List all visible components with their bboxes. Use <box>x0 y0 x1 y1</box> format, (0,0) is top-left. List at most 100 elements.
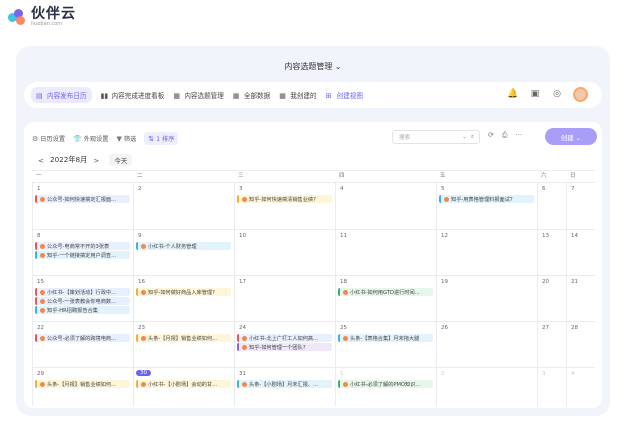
avatar[interactable] <box>573 86 588 102</box>
day-cell[interactable]: 5 知乎-用表格管理料报面试? <box>436 182 537 229</box>
day-cell[interactable]: 2 <box>133 182 234 229</box>
day-cell[interactable]: 8 公众号-电商常不开的3张表 知乎-一个链接搞定用户调查... <box>32 229 133 275</box>
day-number: 29 <box>37 371 44 377</box>
tab-5[interactable]: ⊞ 创建视图 <box>325 90 363 101</box>
calendar-event[interactable]: 知乎-一个链接搞定用户调查... <box>35 251 130 259</box>
table-icon: ▦ <box>279 91 286 100</box>
day-cell[interactable]: 15 小红书-【策划活动】行政中... 公众号-一张表教会你电商数... 知乎-HR招… <box>32 275 133 321</box>
page-title[interactable]: 内容选题管理 ⌄ <box>16 61 610 72</box>
tab-2[interactable]: ▦ 内容选题管理 <box>173 90 224 101</box>
day-cell[interactable]: 24 小红书-北上广打工人如何高... 知乎-如何管理一个团队? <box>234 321 335 367</box>
more-icon[interactable]: ··· <box>515 131 522 140</box>
day-cell[interactable]: 2 <box>436 367 537 406</box>
day-cell[interactable]: 31 头条-【小剧场】月末汇报、... <box>234 367 335 406</box>
day-cell[interactable]: 30 小红书-【小剧场】会动的甘... <box>133 367 234 406</box>
calendar-event[interactable]: 小红书-【策划活动】行政中... <box>35 288 130 296</box>
tab-label: 我创建的 <box>290 92 317 100</box>
day-number: 2 <box>441 371 445 377</box>
day-cell[interactable]: 12 <box>436 229 537 275</box>
user-avatar-icon <box>40 298 45 304</box>
prev-month-button[interactable]: < <box>38 156 44 165</box>
tab-label: 创建视图 <box>336 92 363 100</box>
refresh-icon[interactable]: ⟳ <box>488 131 494 140</box>
calendar-event[interactable]: 知乎-如何快速搞清销售业绩? <box>237 195 332 203</box>
calendar-event[interactable]: 知乎-HR招聘报告合集 <box>35 306 130 314</box>
compass-icon[interactable]: ◎ <box>549 86 565 102</box>
box-icon[interactable]: ▣ <box>527 86 543 102</box>
calendar-event[interactable]: 头条-【表格合集】月末拖大腿 <box>338 334 433 342</box>
day-cell[interactable]: 10 <box>234 229 335 275</box>
tab-label: 内容完成进度看板 <box>111 92 165 100</box>
create-button[interactable]: 创建 ⌄ <box>545 128 597 145</box>
calendar-event[interactable]: 小红书-个人财务管理 <box>136 242 231 250</box>
day-cell[interactable]: 20 <box>537 275 566 321</box>
brand-logo[interactable]: 伙伴云 huoban.com <box>8 7 76 27</box>
calendar-event[interactable]: 头条-【小剧场】月末汇报、... <box>237 380 332 388</box>
calendar-event[interactable]: 公众号-如何快速搞定汇报面... <box>35 195 130 203</box>
day-number: 8 <box>37 233 41 239</box>
appearance-settings-button[interactable]: 👕 外观设置 <box>73 134 108 144</box>
day-cell[interactable]: 21 <box>566 275 595 321</box>
user-avatar-icon <box>242 335 247 341</box>
day-cell[interactable]: 11 <box>335 229 436 275</box>
day-cell[interactable]: 4 <box>566 367 595 406</box>
calendar-event[interactable]: 头条-【月报】销售业绩如何... <box>136 334 231 342</box>
search-input[interactable]: 搜索 ⌄ ⌕ <box>392 130 480 144</box>
day-number: 23 <box>138 325 145 331</box>
day-cell[interactable]: 29 头条-【月报】销售业绩如何... <box>32 367 133 406</box>
calendar-event[interactable]: 头条-【月报】销售业绩如何... <box>35 380 130 388</box>
user-avatar-icon <box>242 381 247 387</box>
day-cell[interactable]: 13 <box>537 229 566 275</box>
calendar-event[interactable]: 公众号-电商常不开的3张表 <box>35 242 130 250</box>
today-button[interactable]: 今天 <box>109 154 133 166</box>
sort-button[interactable]: ⇅ 1 排序 <box>144 132 179 145</box>
day-cell[interactable]: 23 头条-【月报】销售业绩如何... <box>133 321 234 367</box>
weekday-header: 六 <box>541 173 547 179</box>
calendar-event[interactable]: 知乎-如何做好商品入库管理? <box>136 288 231 296</box>
day-cell[interactable]: 7 <box>566 182 595 229</box>
day-number: 17 <box>239 279 246 285</box>
filter-button[interactable]: ▼ 筛选 <box>117 134 137 144</box>
next-month-button[interactable]: > <box>93 156 99 165</box>
day-cell[interactable]: 4 <box>335 182 436 229</box>
day-cell[interactable]: 19 <box>436 275 537 321</box>
day-cell[interactable]: 3 知乎-如何快速搞清销售业绩? <box>234 182 335 229</box>
day-cell[interactable]: 1 小红书-必须了解的PMO知识... <box>335 367 436 406</box>
tab-1[interactable]: ▮▮ 内容完成进度看板 <box>100 90 165 101</box>
day-cell[interactable]: 27 <box>537 321 566 367</box>
day-cell[interactable]: 16 知乎-如何做好商品入库管理? <box>133 275 234 321</box>
calendar-event[interactable]: 知乎-如何管理一个团队? <box>237 343 332 351</box>
tab-0[interactable]: ▤ 内容发布日历 <box>31 87 92 103</box>
calendar-event[interactable]: 知乎-用表格管理料报面试? <box>439 195 534 203</box>
day-cell[interactable]: 1 公众号-如何快速搞定汇报面... <box>32 182 133 229</box>
tab-3[interactable]: ▦ 全部数据 <box>233 90 270 101</box>
calendar-event[interactable]: 小红书-如何用GTD进行时间... <box>338 288 433 296</box>
day-cell[interactable]: 22 公众号-必须了解的跨境电商... <box>32 321 133 367</box>
calendar-event[interactable]: 小红书-必须了解的PMO知识... <box>338 380 433 388</box>
day-cell[interactable]: 14 <box>566 229 595 275</box>
day-cell[interactable]: 3 <box>537 367 566 406</box>
day-cell[interactable]: 17 <box>234 275 335 321</box>
kanban-icon: ▮▮ <box>100 91 109 100</box>
day-cell[interactable]: 25 头条-【表格合集】月末拖大腿 <box>335 321 436 367</box>
calendar-event[interactable]: 公众号-必须了解的跨境电商... <box>35 334 130 342</box>
plus-icon: ⊞ <box>325 91 332 100</box>
calendar-event[interactable]: 小红书-【小剧场】会动的甘... <box>136 380 231 388</box>
user-avatar-icon <box>40 307 45 313</box>
day-cell[interactable]: 28 <box>566 321 595 367</box>
calendar-settings-button[interactable]: ⚙ 日历设置 <box>32 134 65 144</box>
bell-icon[interactable]: 🔔 <box>505 86 521 102</box>
day-cell[interactable]: 26 <box>436 321 537 367</box>
user-avatar-icon <box>343 289 348 295</box>
tab-4[interactable]: ▦ 我创建的 <box>279 90 317 101</box>
day-number: 4 <box>340 186 344 192</box>
view-options: ⚙ 日历设置 👕 外观设置 ▼ 筛选 ⇅ 1 排序 <box>32 132 186 145</box>
day-cell[interactable]: 9 小红书-个人财务管理 <box>133 229 234 275</box>
day-cell[interactable]: 6 <box>537 182 566 229</box>
calendar-event[interactable]: 小红书-北上广打工人如何高... <box>237 334 332 342</box>
event-title: 公众号-一张表教会你电商数... <box>47 298 117 305</box>
user-avatar-icon <box>141 381 146 387</box>
print-icon[interactable]: ⎙ <box>502 131 508 140</box>
day-cell[interactable]: 18 小红书-如何用GTD进行时间... <box>335 275 436 321</box>
calendar-event[interactable]: 公众号-一张表教会你电商数... <box>35 297 130 305</box>
